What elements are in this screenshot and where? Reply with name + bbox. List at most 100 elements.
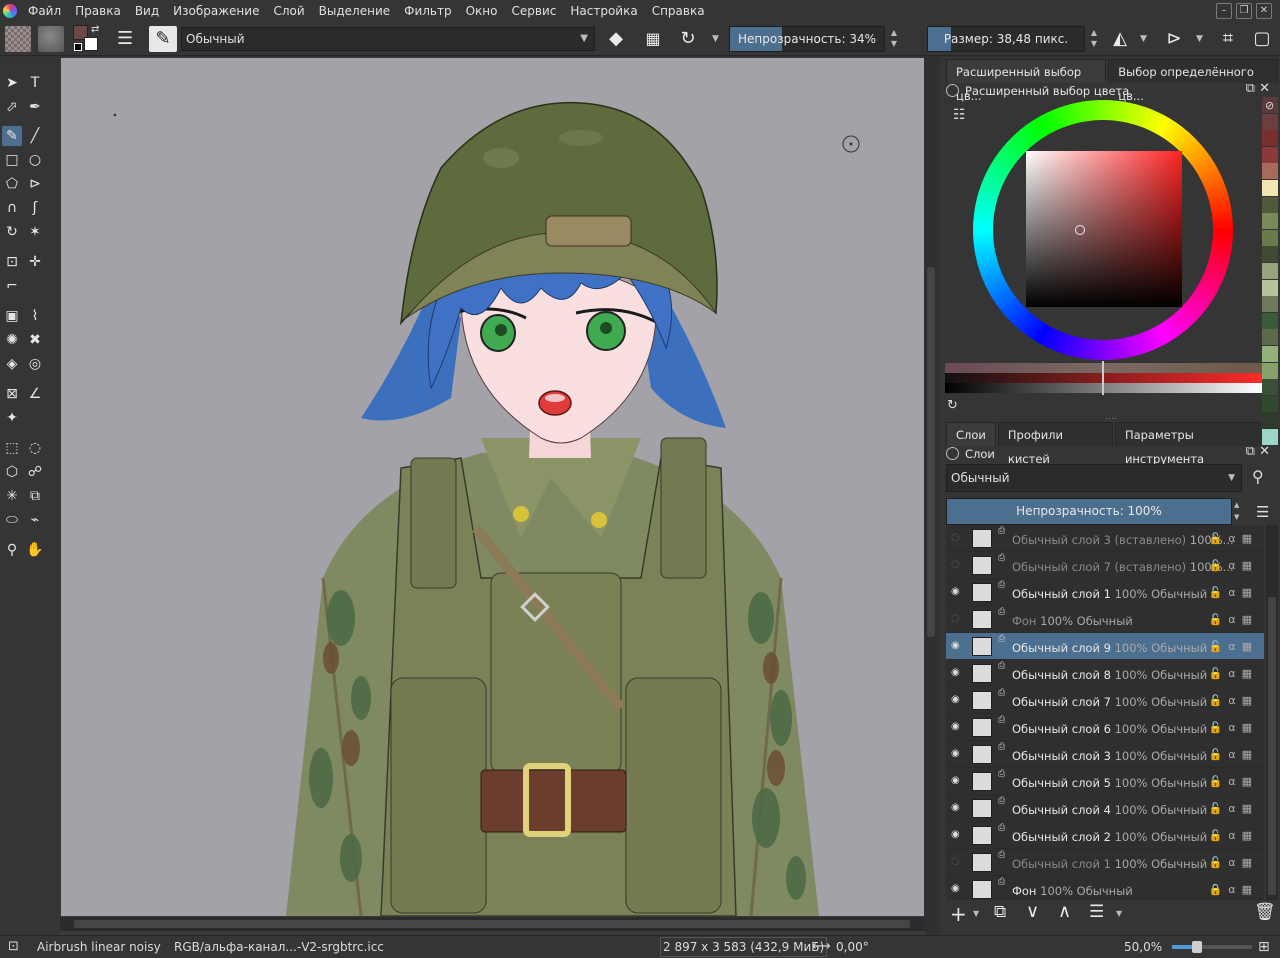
close-icon[interactable]: ✕ <box>1259 444 1270 459</box>
palette-swatch[interactable] <box>1262 329 1278 346</box>
size-slider[interactable]: Размер: 38,48 пикс. <box>927 26 1085 52</box>
saturation-slider[interactable] <box>945 373 1263 383</box>
layer-row[interactable]: ○ ⎙ Обычный слой 3 (вставлено) 100%... 🔓α▦ <box>946 525 1264 552</box>
layer-opacity-slider[interactable]: Непрозрачность: 100% <box>946 498 1232 525</box>
rect-select-tool-icon[interactable]: ⬚ <box>2 438 22 458</box>
palette-swatch[interactable] <box>1262 412 1278 429</box>
menu-view[interactable]: Вид <box>128 0 166 22</box>
brush-preset-status-icon[interactable]: ⊡ <box>8 936 19 958</box>
layer-menu-icon[interactable]: ☰ <box>1256 503 1269 521</box>
alpha-lock-icon[interactable]: ▦ <box>1242 559 1258 572</box>
unlock-icon[interactable]: 🔓 <box>1209 613 1229 626</box>
alpha-lock-icon[interactable]: ▦ <box>1242 802 1258 815</box>
chevron-down-icon[interactable]: ▼ <box>1196 27 1203 51</box>
ellipse-tool-icon[interactable]: ○ <box>25 150 45 170</box>
move-layer-down-icon[interactable]: ∨ <box>1026 901 1039 922</box>
alpha-lock-icon[interactable]: ▦ <box>1242 856 1258 869</box>
palette-swatch[interactable] <box>1262 246 1278 263</box>
pan-tool-icon[interactable]: ✋ <box>25 540 45 560</box>
alpha-inherit-icon[interactable]: α <box>1228 748 1241 761</box>
edit-shapes-tool-icon[interactable]: ⬀ <box>2 97 22 117</box>
gradient-preset-thumbnail[interactable] <box>38 26 64 52</box>
palette-swatch[interactable] <box>1262 229 1278 246</box>
menu-tools[interactable]: Сервис <box>505 0 564 22</box>
visibility-eye-icon[interactable]: ○ <box>951 533 963 543</box>
chevron-down-icon[interactable]: ▼ <box>1140 27 1147 51</box>
layer-blend-select[interactable]: Обычный ▼ <box>946 464 1242 492</box>
close-icon[interactable]: ✕ <box>1256 3 1272 19</box>
chevron-down-icon[interactable]: ▼ <box>712 27 719 51</box>
alpha-inherit-icon[interactable]: α <box>1228 667 1241 680</box>
layer-opacity-spin-icon[interactable]: ▲ ▼ <box>1234 499 1244 523</box>
chevron-down-icon[interactable]: ▼ <box>973 909 979 918</box>
layer-row[interactable]: ◉ ⎙ Обычный слой 7 100% Обычный 🔓α▦ <box>946 687 1264 714</box>
alpha-inherit-icon[interactable]: α <box>1228 559 1241 572</box>
palette-swatch[interactable] <box>1262 130 1278 147</box>
layer-row[interactable]: ○ ⎙ Обычный слой 7 (вставлено) 100%... 🔓α▦ <box>946 552 1264 579</box>
alpha-lock-icon[interactable]: ▦ <box>1242 586 1258 599</box>
assistant-tool-icon[interactable]: ⊠ <box>2 384 22 404</box>
canvas-only-icon[interactable]: ▢ <box>1250 27 1274 51</box>
alpha-lock-icon[interactable]: ▦ <box>1242 640 1258 653</box>
visibility-eye-icon[interactable]: ◉ <box>951 776 963 786</box>
visibility-eye-icon[interactable]: ○ <box>951 857 963 867</box>
chevron-down-icon[interactable]: ▼ <box>1116 909 1122 918</box>
refresh-icon[interactable]: ↻ <box>947 398 958 413</box>
rectangle-tool-icon[interactable]: □ <box>2 150 22 170</box>
alpha-lock-icon[interactable]: ▦ <box>1242 532 1258 545</box>
layer-row[interactable]: ◉ ⎙ Обычный слой 6 100% Обычный 🔓α▦ <box>946 714 1264 741</box>
magnetic-select-tool-icon[interactable]: ⌁ <box>25 510 45 530</box>
tab-layers[interactable]: Слои <box>946 422 996 446</box>
multibrush-tool-icon[interactable]: ✶ <box>25 222 45 242</box>
brush-settings-icon[interactable]: ☰ <box>117 28 133 50</box>
clear-color-icon[interactable]: ⊘ <box>1265 99 1274 112</box>
palette-swatch[interactable] <box>1262 279 1278 296</box>
dynamic-brush-tool-icon[interactable]: ↻ <box>2 222 22 242</box>
alpha-inherit-icon[interactable]: α <box>1228 532 1241 545</box>
visibility-eye-icon[interactable]: ○ <box>951 614 963 624</box>
freehand-select-tool-icon[interactable]: ☍ <box>25 462 45 482</box>
palette-swatch[interactable] <box>1262 213 1278 230</box>
add-layer-icon[interactable]: + <box>950 902 967 926</box>
palette-swatch[interactable] <box>1262 196 1278 213</box>
swap-colors-icon[interactable]: ⇄ <box>91 24 99 35</box>
color-picker-tool-icon[interactable]: ⌇ <box>25 306 45 326</box>
alpha-inherit-icon[interactable]: α <box>1228 613 1241 626</box>
minimize-icon[interactable]: – <box>1216 3 1232 19</box>
fg-bg-color-selector[interactable]: ⇄ <box>73 24 105 53</box>
layer-row[interactable]: ◉ ⎙ Обычный слой 9 100% Обычный 🔓α▦ <box>946 633 1264 660</box>
alpha-lock-icon[interactable]: ▦ <box>641 27 665 51</box>
zoom-slider[interactable] <box>1172 941 1252 953</box>
value-slider[interactable] <box>945 383 1263 393</box>
eraser-mode-icon[interactable]: ◆ <box>604 27 628 51</box>
palette-swatch[interactable] <box>1262 113 1278 130</box>
line-tool-icon[interactable]: ╱ <box>25 126 45 146</box>
bezier-select-tool-icon[interactable]: ⬭ <box>2 510 22 530</box>
alpha-lock-icon[interactable]: ▦ <box>1242 694 1258 707</box>
layer-row[interactable]: ◉ ⎙ Обычный слой 1 100% Обычный 🔓α▦ <box>946 579 1264 606</box>
drawing-canvas[interactable] <box>61 58 924 916</box>
palette-swatch[interactable] <box>1262 345 1278 362</box>
delete-layer-icon[interactable]: 🗑 <box>1254 902 1276 922</box>
freehand-path-tool-icon[interactable]: ʃ <box>25 198 45 218</box>
canvas-resize-icon[interactable]: ⊞ <box>1258 936 1270 958</box>
wrap-around-icon[interactable]: ⌗ <box>1216 27 1240 51</box>
vertical-scrollbar[interactable] <box>924 57 938 930</box>
alpha-inherit-icon[interactable]: α <box>1228 829 1241 842</box>
unlock-icon[interactable]: 🔓 <box>1209 829 1229 842</box>
alpha-inherit-icon[interactable]: α <box>1228 721 1241 734</box>
unlock-icon[interactable]: 🔓 <box>1209 694 1229 707</box>
palette-swatch[interactable] <box>1262 179 1278 196</box>
unlock-icon[interactable]: 🔓 <box>1209 775 1229 788</box>
tab-tool-options[interactable]: Параметры инструмента <box>1114 422 1278 466</box>
color-profile[interactable]: RGB/альфа-канал...-V2-srgbtrc.icc <box>174 936 384 958</box>
alpha-lock-icon[interactable]: ▦ <box>1242 613 1258 626</box>
menu-help[interactable]: Справка <box>645 0 712 22</box>
close-icon[interactable]: ✕ <box>1259 81 1270 96</box>
unlock-icon[interactable]: 🔓 <box>1209 586 1229 599</box>
polygon-select-tool-icon[interactable]: ⬡ <box>2 462 22 482</box>
layer-row[interactable]: ○ ⎙ Фон 100% Обычный 🔓α▦ <box>946 606 1264 633</box>
layers-scrollbar[interactable] <box>1266 525 1278 900</box>
menu-edit[interactable]: Правка <box>68 0 128 22</box>
palette-swatch[interactable] <box>1262 428 1278 445</box>
